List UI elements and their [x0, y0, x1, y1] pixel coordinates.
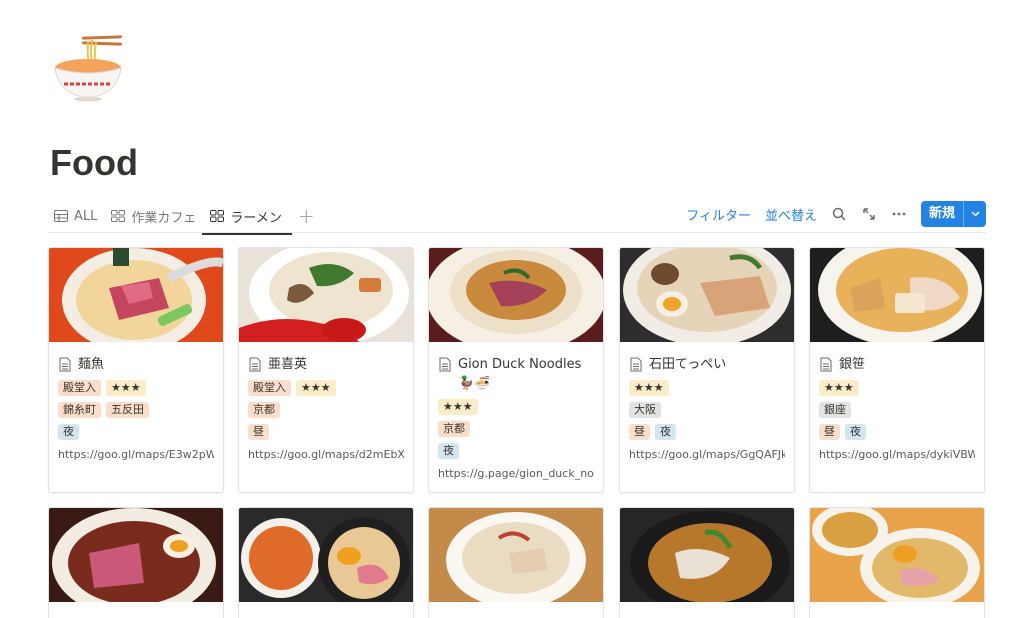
card-title: Gion Duck Noodles🦆🍜	[438, 355, 594, 393]
tag-row: 京都	[248, 402, 404, 418]
tag: 殿堂入	[58, 380, 101, 396]
page-icon	[249, 357, 261, 372]
ramen-photo	[49, 508, 223, 618]
gallery-card[interactable]	[428, 507, 604, 618]
tag: 銀座	[819, 402, 851, 418]
ramen-photo	[810, 508, 984, 608]
tag-row: 銀座	[819, 402, 975, 418]
rating-tag: ★★★	[629, 380, 669, 396]
tag-row: 昼 夜	[629, 424, 785, 440]
tag: 京都	[438, 421, 470, 437]
tag: 昼	[248, 424, 269, 440]
tag-row: 京都	[438, 421, 594, 437]
expand-icon[interactable]	[861, 206, 877, 222]
tag: 大阪	[629, 402, 661, 418]
tag: 昼	[819, 424, 840, 440]
chevron-down-icon[interactable]	[963, 201, 986, 227]
tag-row: ★★★	[819, 380, 975, 396]
tag-row: 昼 夜	[819, 424, 975, 440]
tab-work-cafe[interactable]: 作業カフェ	[111, 202, 196, 230]
card-url[interactable]: https://goo.gl/maps/GgQAFJkm	[629, 448, 785, 461]
toolbar-divider	[48, 232, 986, 233]
page-icon	[630, 357, 642, 372]
tag-row: ★★★	[629, 380, 785, 396]
ramen-photo	[429, 508, 603, 608]
rating-tag: ★★★	[296, 380, 336, 396]
tag: 夜	[438, 443, 459, 459]
gallery-card[interactable]	[619, 507, 795, 618]
gallery-icon	[210, 210, 225, 222]
tab-ramen[interactable]: ラーメン	[202, 202, 293, 235]
rating-tag: ★★★	[106, 380, 146, 396]
tag-row: 殿堂入 ★★★	[58, 380, 214, 396]
sort-button[interactable]: 並べ替え	[765, 205, 817, 224]
ramen-photo	[620, 248, 794, 346]
page-title: Food	[50, 142, 138, 183]
ramen-bowl-icon	[54, 35, 123, 102]
card-url[interactable]: https://goo.gl/maps/d2mEbXAm	[248, 448, 404, 461]
gallery-card[interactable]: 石田てっぺい ★★★ 大阪 昼 夜 https://goo.gl/maps/Gg…	[619, 247, 795, 493]
tag-row: 夜	[58, 424, 214, 440]
tab-all[interactable]: ALL	[54, 202, 97, 230]
new-button-group: 新規	[920, 201, 986, 227]
page-icon	[59, 357, 71, 372]
database-toolbar: フィルター 並べ替え 新規	[672, 201, 986, 227]
ramen-photo	[620, 508, 794, 615]
gallery-card[interactable]: 麺魚 殿堂入 ★★★ 錦糸町 五反田 夜 https://goo.gl/maps…	[48, 247, 224, 493]
rating-tag: ★★★	[438, 399, 478, 415]
tag-row: 錦糸町 五反田	[58, 402, 214, 418]
card-url[interactable]: https://g.page/gion_duck_noodl	[438, 467, 594, 480]
ramen-photo	[49, 248, 223, 352]
tag: 錦糸町	[58, 402, 101, 418]
rating-tag: ★★★	[819, 380, 859, 396]
card-title: 石田てっぺい	[629, 355, 785, 374]
card-url[interactable]: https://goo.gl/maps/dykiVBWVZ	[819, 448, 975, 461]
tag: 夜	[58, 424, 79, 440]
tag-row: 大阪	[629, 402, 785, 418]
table-icon	[54, 210, 68, 222]
ramen-photo	[810, 248, 984, 346]
card-title: 銀笹	[819, 355, 975, 374]
tag-row: 昼	[248, 424, 404, 440]
ramen-photo	[429, 248, 603, 353]
more-icon[interactable]	[891, 206, 907, 222]
tag: 京都	[248, 402, 280, 418]
card-url[interactable]: https://goo.gl/maps/E3w2pWWH	[58, 448, 214, 461]
add-view-plus-icon[interactable]: +	[298, 204, 315, 228]
filter-button[interactable]: フィルター	[686, 205, 751, 224]
ramen-photo	[239, 508, 413, 609]
tag: 夜	[845, 424, 866, 440]
gallery-card[interactable]	[809, 507, 985, 618]
tab-label: ラーメン	[230, 210, 282, 226]
card-title: 亜喜英	[248, 355, 404, 374]
tag: 夜	[655, 424, 676, 440]
search-icon[interactable]	[831, 206, 847, 222]
tag: 昼	[629, 424, 650, 440]
gallery-card[interactable]: 銀笹 ★★★ 銀座 昼 夜 https://goo.gl/maps/dykiVB…	[809, 247, 985, 493]
tag-row: 殿堂入 ★★★	[248, 380, 404, 396]
view-tabs: ALL 作業カフェ ラーメン +	[54, 200, 315, 235]
tag-row: 夜	[438, 443, 594, 459]
tag-row: ★★★	[438, 399, 594, 415]
tag: 殿堂入	[248, 380, 291, 396]
card-title: 麺魚	[58, 355, 214, 374]
ramen-photo	[239, 248, 413, 345]
tab-label: ALL	[74, 208, 98, 224]
gallery-card[interactable]	[238, 507, 414, 618]
gallery-card[interactable]	[48, 507, 224, 618]
tag: 五反田	[106, 402, 149, 418]
gallery-card[interactable]: 亜喜英 殿堂入 ★★★ 京都 昼 https://goo.gl/maps/d2m…	[238, 247, 414, 493]
new-button[interactable]: 新規	[921, 201, 963, 227]
page-icon	[439, 357, 451, 372]
gallery-card[interactable]: Gion Duck Noodles🦆🍜 ★★★ 京都 夜 https://g.p…	[428, 247, 604, 493]
page-icon	[820, 357, 832, 372]
tab-label: 作業カフェ	[131, 210, 197, 226]
gallery-icon	[111, 210, 126, 222]
